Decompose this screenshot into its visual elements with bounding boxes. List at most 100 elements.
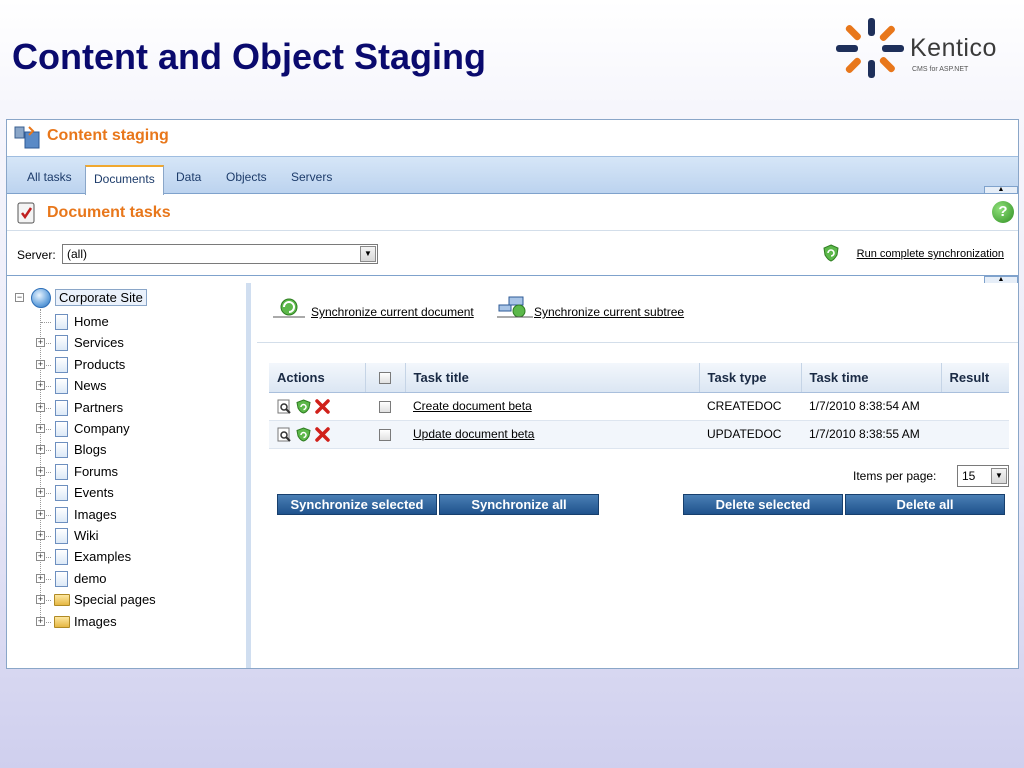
document-icon <box>55 506 68 523</box>
row-actions <box>269 392 365 421</box>
tree-item[interactable]: demo <box>74 569 107 589</box>
globe-icon <box>31 288 51 308</box>
tree-item[interactable]: Partners <box>74 398 123 418</box>
tab-objects[interactable]: Objects <box>218 167 275 187</box>
tree-item[interactable]: Products <box>74 355 125 375</box>
document-tasks-icon <box>17 202 35 224</box>
server-label: Server: <box>17 248 56 262</box>
tab-all-tasks[interactable]: All tasks <box>19 167 80 187</box>
sync-document-icon[interactable] <box>273 297 305 319</box>
tree-expand-icon[interactable]: + <box>36 424 45 433</box>
header-task-time[interactable]: Task time <box>801 363 942 393</box>
kentico-window: Content staging All tasks Documents Data… <box>6 119 1019 669</box>
document-icon <box>55 570 68 587</box>
content-tree: − Corporate Site Home + Services + Products +… <box>7 283 251 668</box>
kentico-logo: Kentico CMS for ASP.NET <box>836 16 1020 82</box>
tree-expand-icon[interactable]: + <box>36 595 45 605</box>
tree-expand-icon[interactable]: + <box>36 488 45 498</box>
tasks-table-body: Create document beta CREATEDOC 1/7/2010 8:… <box>269 392 1009 449</box>
tree-expand-icon[interactable]: + <box>36 616 45 626</box>
header-result[interactable]: Result <box>941 363 1009 393</box>
tree-item[interactable]: Wiki <box>74 526 99 546</box>
chevron-down-icon[interactable]: ▼ <box>360 246 376 262</box>
row-type: CREATEDOC <box>699 392 801 421</box>
row-result <box>941 392 1009 421</box>
document-icon <box>55 442 68 459</box>
slide-title: Content and Object Staging <box>12 36 486 77</box>
sync-subtree-icon[interactable] <box>497 295 533 319</box>
table-row: Create document beta CREATEDOC 1/7/2010 8:… <box>269 392 1009 421</box>
delete-icon[interactable] <box>315 426 330 442</box>
tree-item[interactable]: Images <box>74 612 117 632</box>
row-actions <box>269 420 365 449</box>
document-icon <box>55 356 68 373</box>
tree-root[interactable]: Corporate Site <box>55 288 147 308</box>
row-select <box>365 392 405 421</box>
tree-guide-line <box>41 322 51 323</box>
document-icon <box>55 549 68 566</box>
run-complete-sync-link[interactable]: Run complete synchronization <box>857 248 1004 260</box>
select-all-checkbox[interactable] <box>379 372 391 385</box>
section-title: Document tasks <box>47 204 171 221</box>
header-task-type[interactable]: Task type <box>699 363 802 393</box>
tree-item[interactable]: Company <box>74 419 130 439</box>
view-icon[interactable] <box>277 427 292 442</box>
sync-current-subtree-link[interactable]: Synchronize current subtree <box>534 305 684 319</box>
table-row: Update document beta UPDATEDOC 1/7/2010 8:… <box>269 420 1009 449</box>
page-title: Content staging <box>47 127 169 144</box>
document-tasks-header: Document tasks ? <box>7 195 1018 231</box>
server-select-value: (all) <box>67 247 87 261</box>
synchronize-selected-button[interactable]: Synchronize selected <box>277 494 437 515</box>
view-icon[interactable] <box>277 399 292 414</box>
synchronize-icon[interactable] <box>296 399 311 414</box>
tree-expand-icon[interactable]: + <box>36 338 45 348</box>
delete-icon[interactable] <box>315 398 330 414</box>
folder-icon <box>54 594 70 607</box>
items-per-page-label: Items per page: <box>853 469 937 483</box>
row-title: Update document beta <box>405 420 699 449</box>
row-checkbox[interactable] <box>379 400 391 413</box>
delete-selected-button[interactable]: Delete selected <box>683 494 843 515</box>
help-icon[interactable]: ? <box>992 201 1014 223</box>
document-icon <box>55 399 68 416</box>
row-title: Create document beta <box>405 392 699 421</box>
task-title-link[interactable]: Update document beta <box>413 427 534 441</box>
kentico-logo-icon <box>836 18 904 78</box>
tree-item[interactable]: Forums <box>74 462 118 482</box>
server-select[interactable]: (all) ▼ <box>62 244 378 264</box>
tree-item[interactable]: Blogs <box>74 440 107 460</box>
tree-item[interactable]: Images <box>74 505 117 525</box>
tree-expand-icon[interactable]: + <box>36 552 45 562</box>
tab-documents[interactable]: Documents <box>85 165 164 195</box>
table-header-row: Actions Task title Task type Task time R… <box>269 363 1009 393</box>
row-checkbox[interactable] <box>379 428 391 441</box>
tree-item[interactable]: Special pages <box>74 590 156 610</box>
tab-servers[interactable]: Servers <box>283 167 340 187</box>
synchronize-icon[interactable] <box>296 427 311 442</box>
tree-expand-icon[interactable]: + <box>36 402 45 412</box>
header-task-title[interactable]: Task title <box>405 363 700 393</box>
tree-expand-icon[interactable]: + <box>36 445 45 455</box>
tree-expand-icon[interactable]: + <box>36 381 45 391</box>
delete-all-button[interactable]: Delete all <box>845 494 1005 515</box>
row-select <box>365 420 405 449</box>
collapse-header-button[interactable]: ▲ <box>984 186 1018 194</box>
tree-item[interactable]: Home <box>74 312 109 332</box>
tree-item[interactable]: Services <box>74 333 124 353</box>
shield-sync-icon[interactable] <box>822 244 840 262</box>
sync-current-document-link[interactable]: Synchronize current document <box>311 305 474 319</box>
tree-expand-icon[interactable]: + <box>36 573 45 583</box>
tree-item[interactable]: Events <box>74 483 114 503</box>
tree-expand-icon[interactable]: + <box>36 531 45 540</box>
tree-collapse-root[interactable]: − <box>15 293 24 302</box>
items-per-page-select[interactable]: 15 ▼ <box>957 465 1009 487</box>
tree-expand-icon[interactable]: + <box>36 466 45 476</box>
tree-expand-icon[interactable]: + <box>36 359 45 369</box>
tree-item[interactable]: Examples <box>74 547 131 567</box>
tree-expand-icon[interactable]: + <box>36 509 45 519</box>
synchronize-all-button[interactable]: Synchronize all <box>439 494 599 515</box>
tree-item[interactable]: News <box>74 376 107 396</box>
task-title-link[interactable]: Create document beta <box>413 399 532 413</box>
tab-data[interactable]: Data <box>168 167 209 187</box>
chevron-down-icon[interactable]: ▼ <box>991 468 1007 484</box>
